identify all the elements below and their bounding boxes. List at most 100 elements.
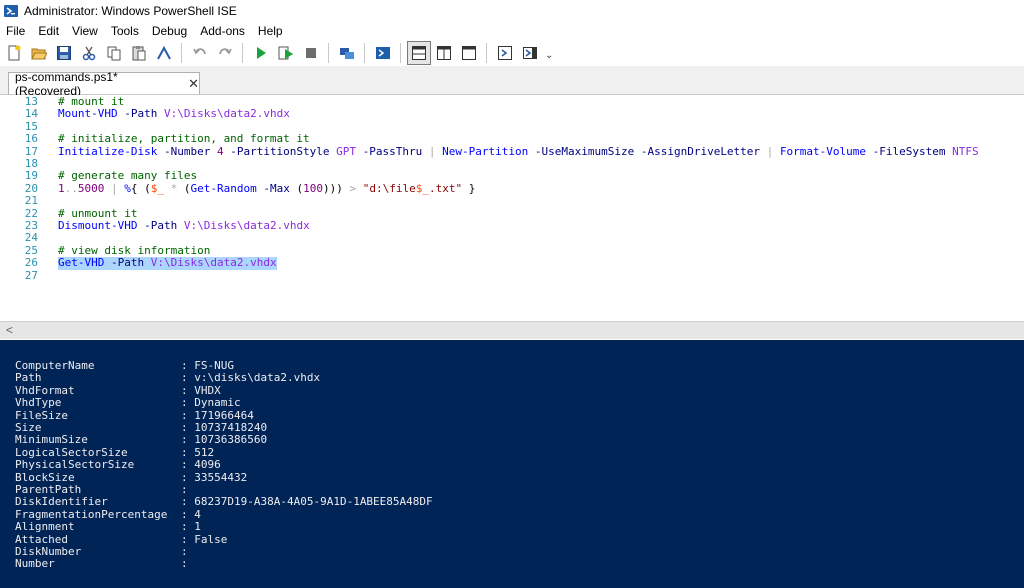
toolbar-separator bbox=[400, 43, 401, 63]
code-text: 1..5000 | %{ ($_ * (Get-Random -Max (100… bbox=[58, 181, 475, 195]
property-value: 10736386560 bbox=[194, 433, 268, 447]
property-separator: : bbox=[181, 532, 195, 546]
script-tab-strip: ps-commands.ps1*(Recovered) ✕ bbox=[0, 66, 1024, 98]
menu-tools[interactable]: Tools bbox=[105, 22, 146, 40]
code-token: .txt" bbox=[428, 181, 463, 195]
save-button[interactable] bbox=[53, 42, 75, 64]
console-output-row: MinimumSize: 10736386560 bbox=[15, 433, 268, 447]
show-command-addon-icon bbox=[523, 47, 537, 59]
code-token: Mount-VHD bbox=[58, 107, 118, 121]
property-value: 4 bbox=[194, 507, 201, 521]
property-name: Number bbox=[15, 557, 55, 571]
close-icon[interactable]: ✕ bbox=[188, 77, 199, 90]
code-line[interactable]: 17 Initialize-Disk -Number 4 -PartitionSt… bbox=[0, 144, 1024, 158]
code-line[interactable]: 23 Dismount-VHD -Path V:\Disks\data2.vhdx bbox=[0, 219, 1024, 232]
show-script-top-icon bbox=[412, 46, 426, 60]
run-selection-button[interactable] bbox=[275, 42, 297, 64]
redo-button[interactable] bbox=[214, 42, 236, 64]
property-separator: : bbox=[181, 433, 195, 447]
code-line[interactable]: 26 Get-VHD -Path V:\Disks\data2.vhdx bbox=[0, 256, 1024, 270]
show-command-window-button[interactable] bbox=[494, 42, 516, 64]
copy-button[interactable] bbox=[103, 42, 125, 64]
code-line[interactable]: 20 1..5000 | %{ ($_ * (Get-Random -Max (1… bbox=[0, 181, 1024, 195]
toolbar-separator bbox=[486, 43, 487, 63]
code-token: Dismount-VHD bbox=[58, 219, 138, 232]
toolbar-overflow-icon[interactable]: ⌄ bbox=[545, 39, 553, 67]
property-separator: : bbox=[181, 495, 195, 509]
console-output-row: Path: v:\disks\data2.vhdx bbox=[15, 371, 321, 385]
property-separator: : bbox=[181, 507, 195, 521]
menu-help[interactable]: Help bbox=[252, 22, 290, 40]
new-script-icon bbox=[8, 45, 21, 61]
property-value: Dynamic bbox=[194, 396, 241, 410]
clear-console-button[interactable] bbox=[153, 42, 175, 64]
code-token: NTFS bbox=[952, 144, 979, 158]
code-token: { ( bbox=[130, 181, 151, 195]
horizontal-scrollbar[interactable]: < bbox=[0, 321, 1024, 339]
code-token: .. bbox=[64, 181, 78, 195]
toolbar: ⌄ bbox=[0, 40, 1024, 66]
code-line[interactable]: 14 Mount-VHD -Path V:\Disks\data2.vhdx bbox=[0, 107, 1024, 120]
menu-edit[interactable]: Edit bbox=[32, 22, 66, 40]
property-value: FS-NUG bbox=[194, 359, 234, 372]
code-token: Get-VHD bbox=[58, 256, 105, 270]
code-token: # generate many files bbox=[58, 169, 198, 183]
code-token: -Number bbox=[163, 144, 211, 158]
code-token: -Path bbox=[124, 107, 158, 121]
code-token: Get-Random bbox=[190, 181, 257, 195]
clear-console-icon bbox=[157, 45, 171, 60]
code-token: Format-Volume bbox=[779, 144, 867, 158]
code-token: | bbox=[760, 144, 780, 158]
code-token: -Max bbox=[263, 181, 290, 195]
code-text: Mount-VHD -Path V:\Disks\data2.vhdx bbox=[58, 108, 290, 120]
code-token: 5000 bbox=[77, 181, 105, 195]
open-button[interactable] bbox=[28, 42, 50, 64]
code-token: ( bbox=[183, 181, 191, 195]
menu-file[interactable]: File bbox=[0, 22, 32, 40]
line-number: 21 bbox=[24, 194, 38, 208]
menu-bar: File Edit View Tools Debug Add-ons Help bbox=[0, 22, 1024, 40]
console-output-row: DiskIdentifier: 68237D19-A38A-4A05-9A1D-… bbox=[15, 495, 433, 509]
code-token: * bbox=[164, 181, 184, 195]
run-script-button[interactable] bbox=[250, 42, 272, 64]
title-bar: Administrator: Windows PowerShell ISE bbox=[0, 0, 1024, 22]
show-script-top-button[interactable] bbox=[407, 41, 431, 65]
script-editor[interactable]: 13 # mount it 14 Mount-VHD -Path V:\Disks\d… bbox=[0, 95, 1024, 321]
property-value: v:\disks\data2.vhdx bbox=[194, 371, 321, 385]
property-value: 68237D19-A38A-4A05-9A1D-1ABEE85A48DF bbox=[194, 495, 433, 509]
redo-icon bbox=[219, 48, 232, 55]
new-remote-tab-button[interactable] bbox=[336, 42, 358, 64]
show-script-right-button[interactable] bbox=[433, 42, 455, 64]
stop-button[interactable] bbox=[300, 42, 322, 64]
code-line[interactable]: 27 bbox=[0, 269, 1024, 282]
show-script-maximized-button[interactable] bbox=[458, 42, 480, 64]
property-separator: : bbox=[181, 483, 188, 496]
code-token: -Path bbox=[110, 256, 145, 270]
undo-button[interactable] bbox=[189, 42, 211, 64]
console-output-row: Alignment: 1 bbox=[15, 520, 201, 533]
code-token: 100 bbox=[303, 181, 323, 195]
code-token: 1 bbox=[58, 181, 65, 195]
code-token: GPT bbox=[336, 144, 357, 158]
show-command-addon-button[interactable] bbox=[519, 42, 541, 64]
tab-ps-commands[interactable]: ps-commands.ps1*(Recovered) ✕ bbox=[8, 70, 200, 98]
new-script-button[interactable] bbox=[3, 42, 25, 64]
menu-view[interactable]: View bbox=[66, 22, 105, 40]
start-powershell-button[interactable] bbox=[372, 42, 394, 64]
show-command-window-icon bbox=[498, 46, 512, 60]
property-name: MinimumSize bbox=[15, 433, 88, 447]
scroll-left-icon[interactable]: < bbox=[6, 323, 13, 337]
menu-debug[interactable]: Debug bbox=[146, 22, 194, 40]
cut-button[interactable] bbox=[78, 42, 100, 64]
menu-add-ons[interactable]: Add-ons bbox=[194, 22, 252, 40]
code-line[interactable]: 21 bbox=[0, 194, 1024, 208]
paste-button[interactable] bbox=[128, 42, 150, 64]
code-token: V:\Disks\data2.vhdx bbox=[150, 256, 277, 270]
copy-icon bbox=[107, 46, 121, 61]
console-pane[interactable]: ComputerName: FS-NUG Path: v:\disks\data2… bbox=[0, 340, 1024, 588]
stop-icon bbox=[306, 48, 316, 58]
